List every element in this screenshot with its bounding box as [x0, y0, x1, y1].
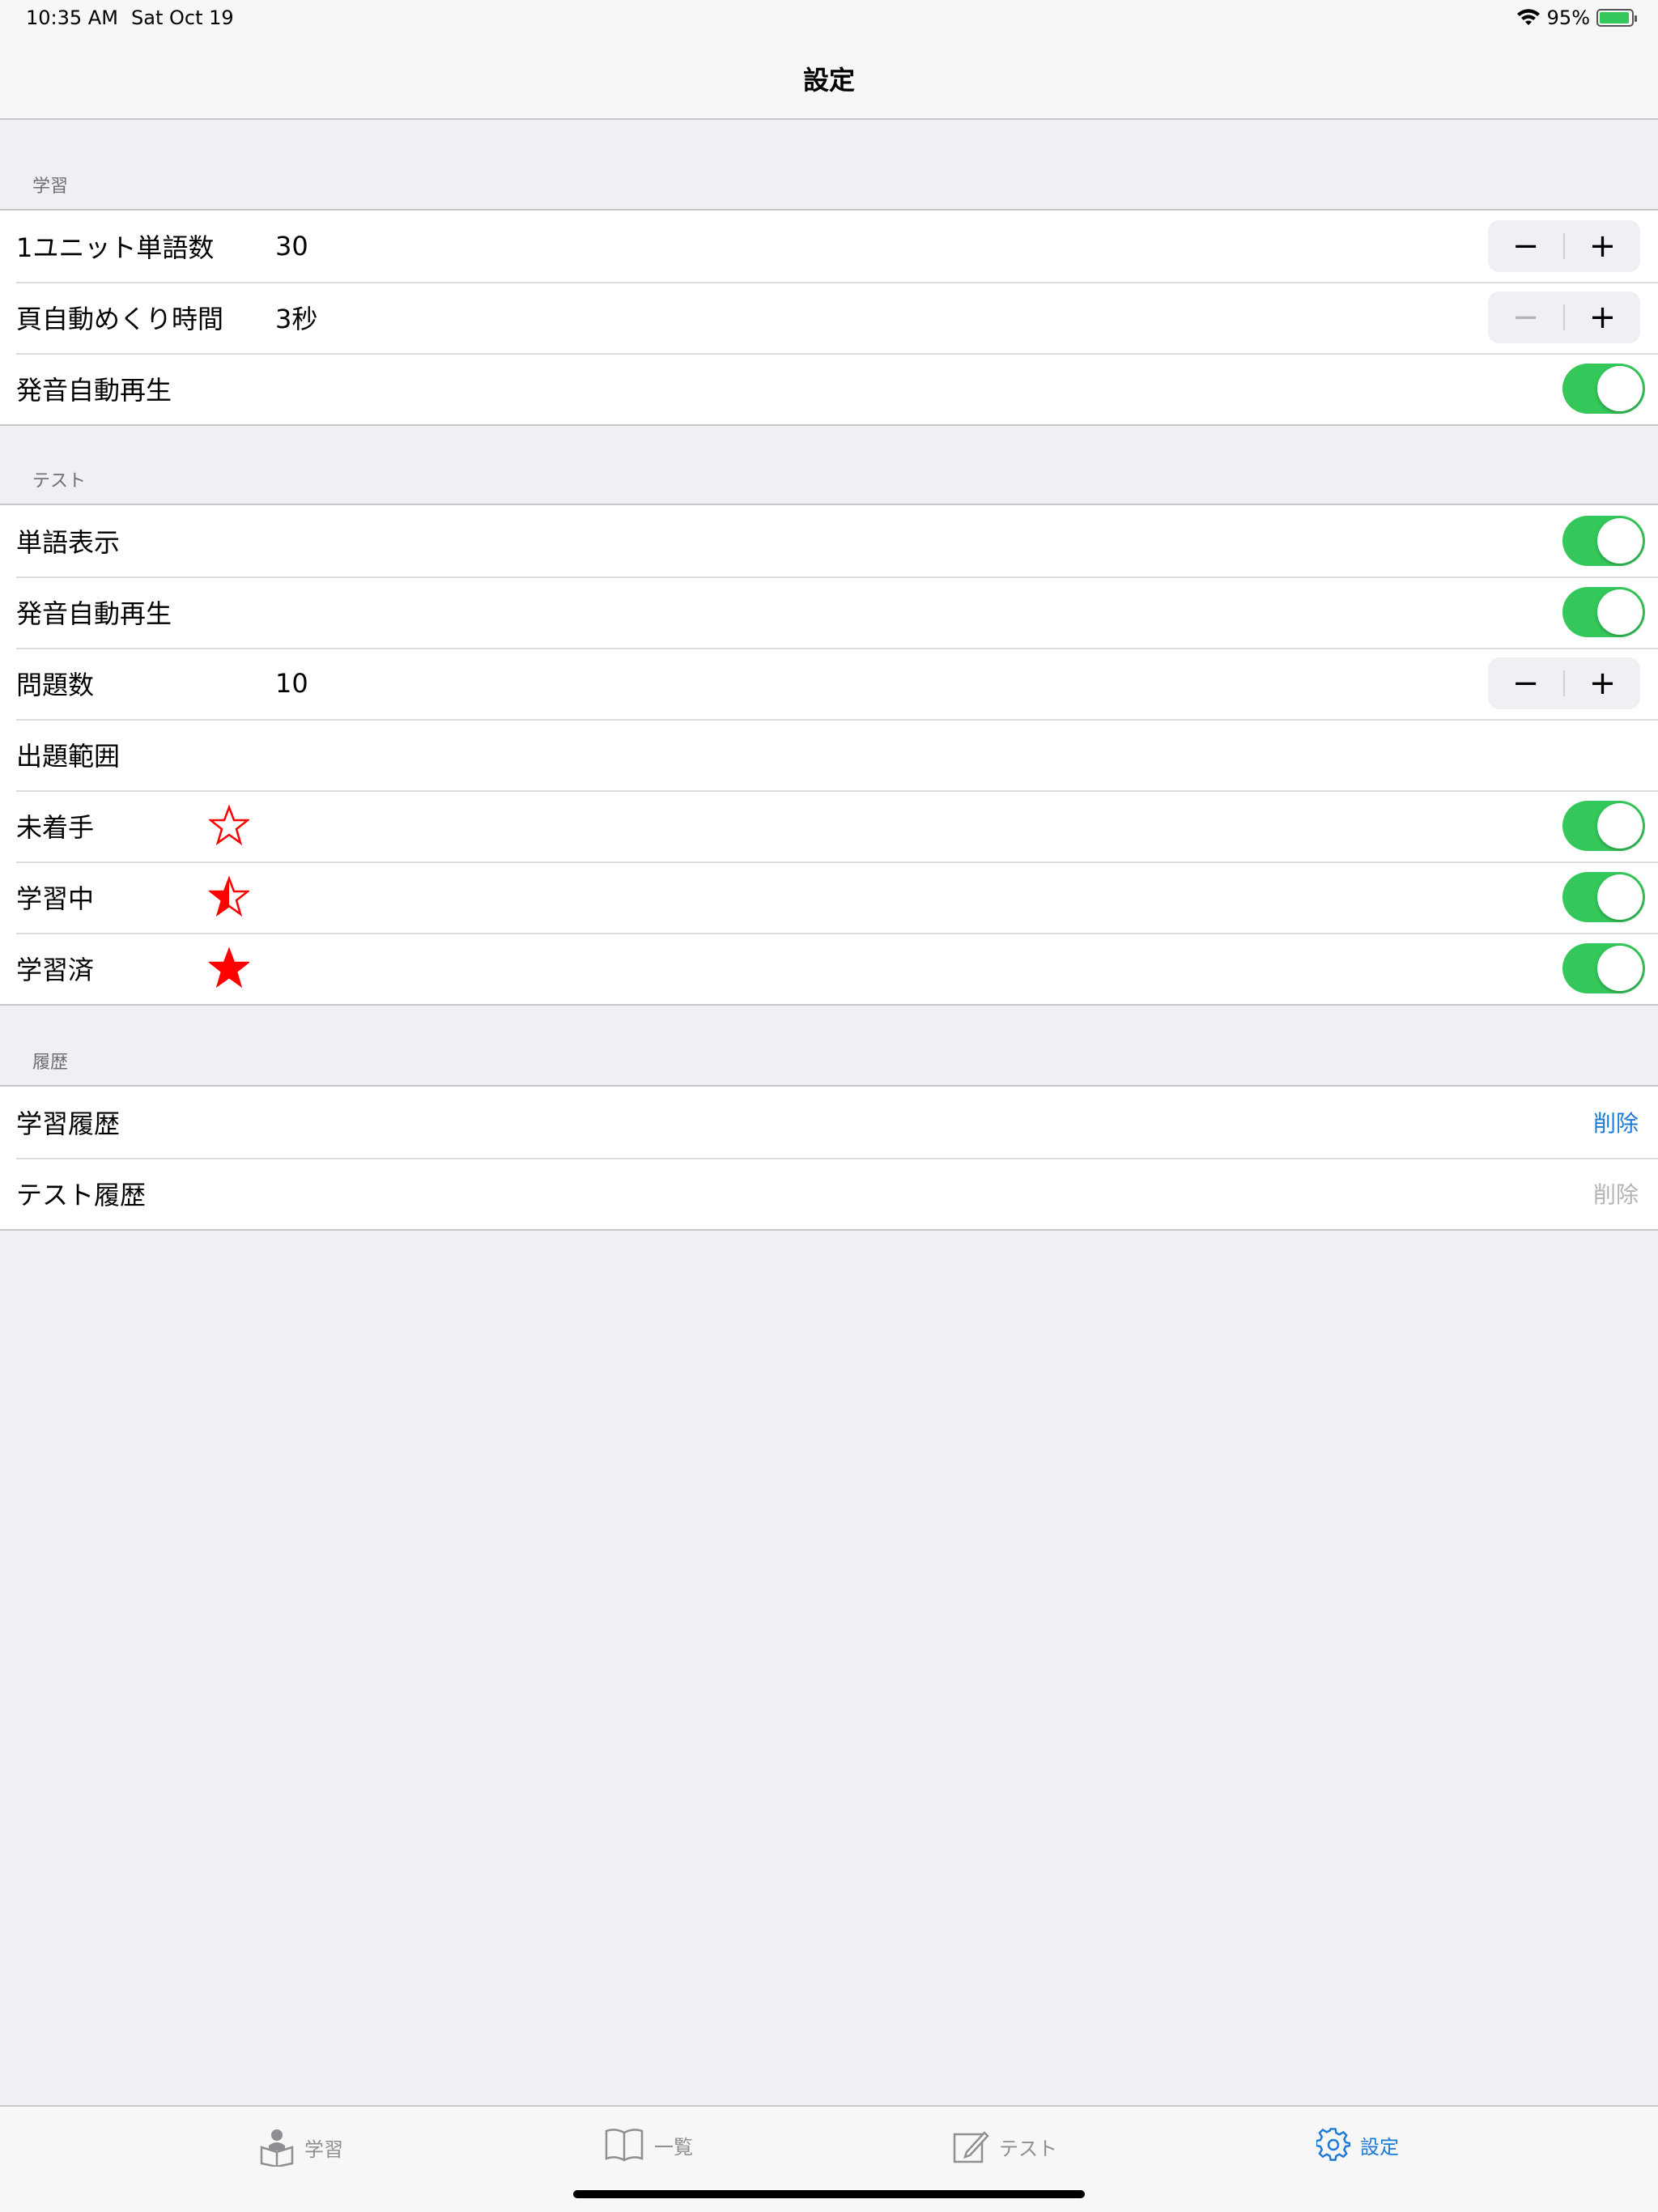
toggle-knob — [1597, 518, 1643, 564]
section-header-label: テスト — [32, 471, 87, 491]
section-header-history: 履歴 — [0, 1006, 1658, 1085]
in-progress-toggle[interactable] — [1562, 872, 1645, 922]
row-label: 1ユニット単語数 — [16, 232, 215, 263]
group-test: 単語表示 発音自動再生 問題数 10 − + 出題範囲 未着手 学習中 学習済 — [0, 504, 1658, 1006]
row-value: 30 — [275, 231, 308, 262]
open-book-icon — [605, 2129, 644, 2162]
status-time: 10:35 AM — [26, 6, 118, 29]
toggle-knob — [1597, 589, 1643, 635]
row-label: 学習済 — [16, 955, 95, 985]
row-label: 問題数 — [16, 670, 95, 700]
tab-label: テスト — [999, 2137, 1057, 2160]
increment-button[interactable]: + — [1565, 220, 1640, 272]
row-test-history: テスト履歴 削除 — [0, 1158, 1658, 1229]
wifi-icon — [1516, 9, 1540, 25]
row-value: 10 — [275, 668, 308, 699]
row-question-count: 問題数 10 − + — [0, 648, 1658, 719]
row-study-history: 学習履歴 削除 — [0, 1087, 1658, 1158]
row-in-progress: 学習中 — [0, 861, 1658, 933]
row-word-display: 単語表示 — [0, 505, 1658, 576]
status-right: 95% — [1516, 6, 1637, 29]
row-study-auto-pron: 発音自動再生 — [0, 353, 1658, 424]
tab-label: 設定 — [1360, 2135, 1399, 2159]
decrement-button[interactable]: − — [1488, 657, 1563, 709]
tab-test[interactable]: テスト — [952, 2128, 1057, 2165]
increment-button[interactable]: + — [1565, 291, 1640, 343]
row-label: テスト履歴 — [16, 1180, 147, 1210]
row-label: 未着手 — [16, 812, 95, 843]
group-history: 学習履歴 削除 テスト履歴 削除 — [0, 1085, 1658, 1231]
completed-toggle[interactable] — [1562, 943, 1645, 993]
battery-icon — [1596, 9, 1637, 27]
row-label: 学習中 — [16, 883, 95, 914]
tab-label: 一覧 — [654, 2135, 693, 2159]
row-label: 出題範囲 — [16, 741, 121, 772]
row-label: 発音自動再生 — [16, 375, 172, 406]
section-header-test: テスト — [0, 426, 1658, 504]
section-header-label: 学習 — [32, 177, 69, 197]
decrement-button[interactable]: − — [1488, 291, 1563, 343]
tab-label: 学習 — [304, 2138, 343, 2161]
delete-study-history-button[interactable]: 削除 — [1593, 1106, 1639, 1138]
battery-fill — [1600, 12, 1630, 23]
tab-settings[interactable]: 設定 — [1316, 2128, 1399, 2162]
test-auto-pron-toggle[interactable] — [1562, 587, 1645, 637]
row-not-started: 未着手 — [0, 790, 1658, 861]
row-completed: 学習済 — [0, 933, 1658, 1004]
home-indicator[interactable] — [573, 2190, 1085, 2198]
navigation-bar: 設定 — [0, 32, 1658, 120]
section-header-study: 学習 — [0, 120, 1658, 209]
tab-list[interactable]: 一覧 — [604, 2128, 693, 2162]
star-half-icon — [209, 876, 249, 917]
toggle-knob — [1597, 946, 1643, 991]
tab-study[interactable]: 学習 — [259, 2128, 343, 2167]
delete-test-history-button[interactable]: 削除 — [1593, 1177, 1639, 1210]
not-started-toggle[interactable] — [1562, 801, 1645, 851]
star-outline-icon — [209, 805, 249, 845]
toggle-knob — [1597, 366, 1643, 411]
increment-button[interactable]: + — [1565, 657, 1640, 709]
status-date: Sat Oct 19 — [131, 6, 234, 29]
toggle-knob — [1597, 874, 1643, 920]
row-label: 学習履歴 — [16, 1108, 121, 1139]
battery-percent: 95% — [1546, 6, 1590, 29]
row-test-auto-pron: 発音自動再生 — [0, 576, 1658, 648]
group-study: 1ユニット単語数 30 − + 頁自動めくり時間 3秒 − + 発音自動再生 — [0, 209, 1658, 426]
gear-icon — [1316, 2128, 1350, 2161]
section-header-label: 履歴 — [32, 1053, 69, 1073]
unit-words-stepper: − + — [1488, 220, 1640, 272]
row-auto-page: 頁自動めくり時間 3秒 − + — [0, 282, 1658, 353]
row-unit-words: 1ユニット単語数 30 − + — [0, 211, 1658, 282]
row-value: 3秒 — [275, 304, 318, 334]
decrement-button[interactable]: − — [1488, 220, 1563, 272]
study-auto-pron-toggle[interactable] — [1562, 364, 1645, 414]
status-bar: 10:35 AM Sat Oct 19 95% — [0, 0, 1658, 32]
toggle-knob — [1597, 803, 1643, 849]
settings-content: 学習 1ユニット単語数 30 − + 頁自動めくり時間 3秒 − + 発音自動再… — [0, 120, 1658, 1231]
row-label: 単語表示 — [16, 527, 121, 558]
reader-book-icon — [260, 2129, 294, 2167]
row-label: 発音自動再生 — [16, 598, 172, 629]
row-range: 出題範囲 — [0, 719, 1658, 790]
word-display-toggle[interactable] — [1562, 516, 1645, 566]
page-title: 設定 — [802, 65, 855, 96]
row-label: 頁自動めくり時間 — [16, 304, 224, 334]
star-filled-icon — [209, 947, 249, 988]
question-count-stepper: − + — [1488, 657, 1640, 709]
auto-page-stepper: − + — [1488, 291, 1640, 343]
pencil-note-icon — [953, 2131, 989, 2163]
